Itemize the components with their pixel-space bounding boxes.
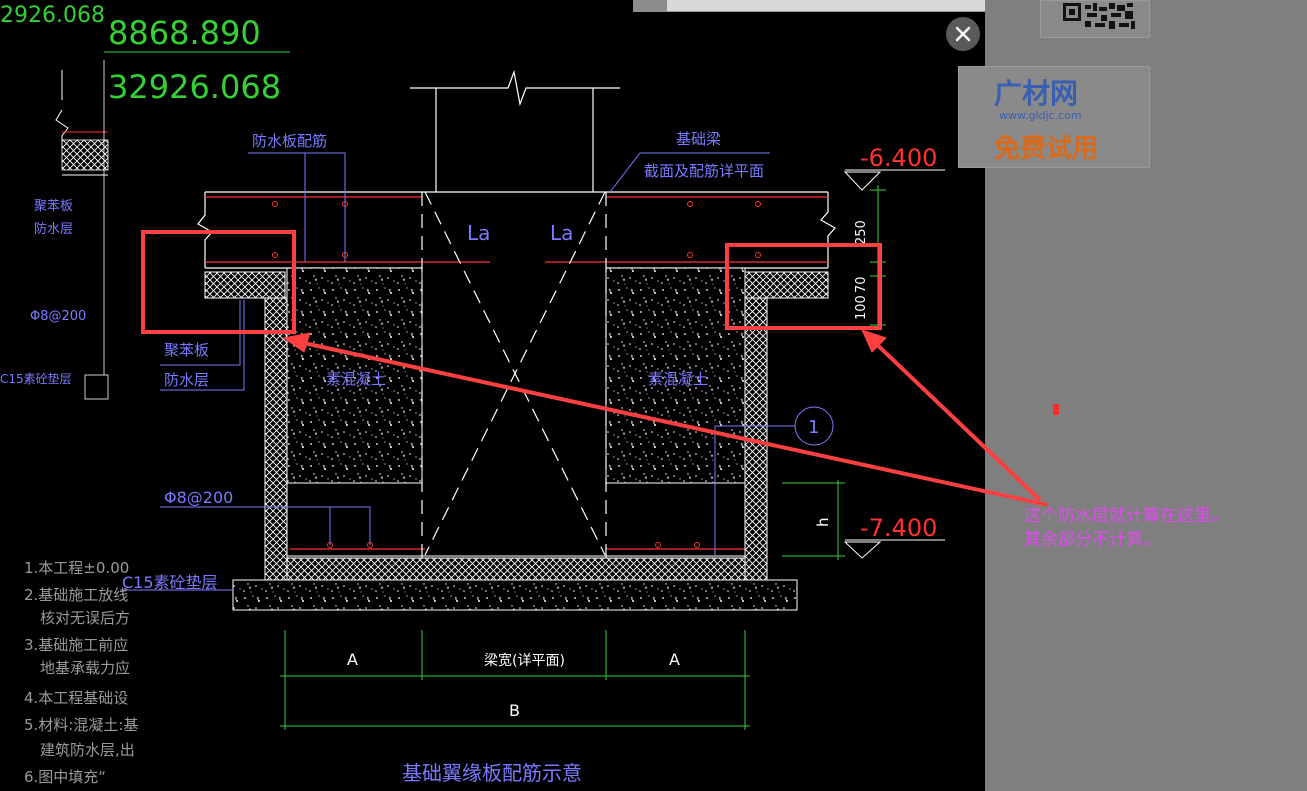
svg-text:核对无误后方: 核对无误后方: [40, 609, 130, 627]
label-waterproof-rebar: 防水板配筋: [252, 132, 327, 150]
general-notes: 1.本工程±0.00 2.基础施工放线 核对无误后方 3.基础施工前应 地基承载…: [24, 559, 138, 786]
label-rebar-spacing: Φ8@200: [164, 488, 233, 507]
svg-text:建筑防水层,出: 建筑防水层,出: [40, 741, 135, 759]
dim-h: h: [814, 517, 832, 527]
dim-70: 70: [854, 276, 869, 293]
label-c15-pad: C15素砼垫层: [122, 573, 218, 592]
ad-banner[interactable]: 广材网 www.gldjc.com 免费试用: [958, 66, 1150, 168]
detail-marker-label: 1: [808, 417, 819, 438]
elevation-minus-6-4: -6.400: [860, 144, 937, 172]
left-adjacent-drawing: 2926.068 聚苯板 防水层 Φ8@200 C15素砼垫层: [0, 3, 109, 400]
dim-b: B: [509, 701, 520, 720]
svg-text:5.材料:混凝土:基: 5.材料:混凝土:基: [24, 716, 138, 734]
close-button[interactable]: [946, 17, 980, 51]
red-marker: [1053, 404, 1059, 415]
svg-text:地基承载力应: 地基承载力应: [40, 659, 130, 677]
beam-column: [410, 69, 620, 192]
label-plain-concrete-left: 素混凝土: [326, 370, 386, 388]
dim-a-left: A: [347, 650, 358, 669]
left-label-polystyrene: 聚苯板: [34, 199, 73, 214]
svg-text:1.本工程±0.00: 1.本工程±0.00: [24, 559, 129, 577]
beam-dashed-lines: [421, 191, 607, 560]
elevation-label-top: 8868.890: [108, 14, 261, 52]
left-label-waterproof: 防水层: [34, 221, 73, 237]
ad-promo: 免费试用: [994, 133, 1098, 164]
dim-a-right: A: [669, 650, 680, 669]
la-label-right: La: [550, 221, 573, 245]
label-beam-detail: 截面及配筋详平面: [644, 162, 764, 180]
annotation-note: 这个防水层就计算在这里。 其余部分不计算。: [1024, 504, 1228, 552]
svg-text:3.基础施工前应: 3.基础施工前应: [24, 636, 128, 654]
dim-beam-width: 梁宽(详平面): [484, 652, 565, 669]
label-waterproof-layer: 防水层: [164, 371, 209, 389]
ad-url: www.gldjc.com: [999, 109, 1082, 122]
left-label-c15: C15素砼垫层: [0, 371, 72, 386]
elevation-label: 2926.068: [0, 3, 105, 28]
elevation-minus-7-4: -7.400: [860, 514, 937, 542]
svg-text:2.基础施工放线: 2.基础施工放线: [24, 586, 128, 604]
annotation-line-1: 这个防水层就计算在这里。: [1024, 506, 1228, 526]
dim-250: 250: [854, 220, 869, 245]
label-plain-concrete-right: 素混凝土: [648, 370, 708, 388]
dim-100: 100: [854, 295, 869, 320]
svg-text:4.本工程基础设: 4.本工程基础设: [24, 689, 128, 707]
svg-text:6.图中填充“: 6.图中填充“: [24, 768, 106, 786]
qr-code-icon: [1063, 3, 1135, 29]
label-polystyrene: 聚苯板: [164, 341, 209, 359]
elevation-label-second: 32926.068: [108, 68, 281, 106]
c15-pad: [232, 579, 798, 611]
ad-brand: 广材网: [994, 77, 1078, 110]
label-foundation-beam: 基础梁: [676, 130, 721, 148]
qr-code-ad[interactable]: [1040, 0, 1150, 38]
cad-drawing: 2926.068 聚苯板 防水层 Φ8@200 C15素砼垫层 8868.890…: [0, 3, 945, 786]
left-label-rebar: Φ8@200: [30, 309, 86, 324]
la-label-left: La: [467, 221, 490, 245]
close-icon: [955, 26, 971, 42]
annotation-line-2: 其余部分不计算。: [1024, 530, 1160, 550]
drawing-caption: 基础翼缘板配筋示意: [402, 761, 582, 785]
